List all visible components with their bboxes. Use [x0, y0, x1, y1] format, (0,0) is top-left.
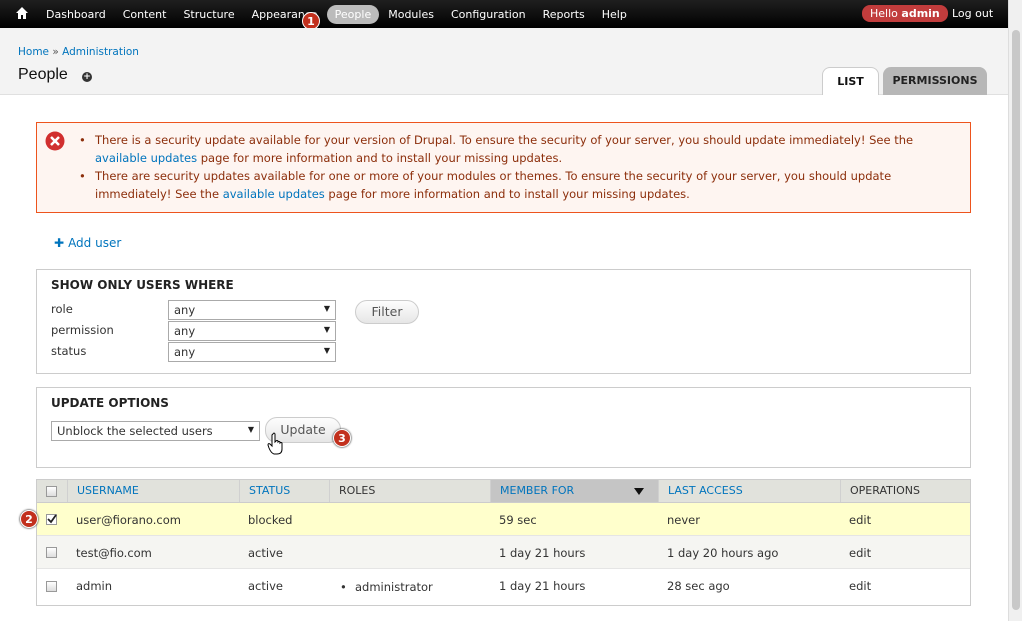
table-header: USERNAME STATUS ROLES MEMBER FOR LAST AC…	[37, 480, 970, 503]
last-access-cell: 28 sec ago	[667, 579, 730, 593]
error-text: There is a security update available for…	[95, 133, 914, 147]
error-list: There is a security update available for…	[79, 131, 963, 203]
menu-item-structure[interactable]: Structure	[175, 5, 242, 24]
edit-link[interactable]: edit	[849, 513, 871, 527]
status-label: status	[51, 344, 87, 358]
role-select[interactable]: any	[168, 300, 336, 320]
breadcrumb-separator: »	[49, 46, 63, 58]
row-checkbox[interactable]	[46, 581, 57, 592]
menu-item-modules[interactable]: Modules	[380, 5, 442, 24]
error-item: There are security updates available for…	[79, 167, 963, 203]
tab-list[interactable]: LIST	[822, 67, 879, 95]
available-updates-link[interactable]: available updates	[95, 151, 197, 165]
member-for-cell: 59 sec	[499, 513, 537, 527]
error-messages: There is a security update available for…	[36, 122, 971, 213]
greeting-prefix: Hello	[870, 7, 902, 20]
menu-item-people[interactable]: People	[326, 4, 380, 24]
admin-toolbar: Dashboard Content Structure Appearance P…	[0, 0, 1008, 28]
member-for-cell: 1 day 21 hours	[499, 579, 586, 593]
plus-icon: ✚	[54, 236, 65, 250]
member-for-cell: 1 day 21 hours	[499, 546, 586, 560]
filter-fieldset: SHOW ONLY USERS WHERE role any permissio…	[36, 269, 971, 374]
user-greeting[interactable]: Hello admin	[862, 5, 948, 22]
update-options-legend: UPDATE OPTIONS	[51, 396, 169, 410]
last-access-cell: never	[667, 513, 700, 527]
scrollbar-thumb[interactable]	[1012, 30, 1020, 610]
header-operations: OPERATIONS	[840, 480, 970, 502]
add-user-link[interactable]: ✚ Add user	[54, 236, 121, 250]
breadcrumb-administration[interactable]: Administration	[62, 46, 139, 58]
username-link[interactable]: test@fio.com	[76, 546, 152, 560]
permission-select[interactable]: any	[168, 321, 336, 341]
users-table: USERNAME STATUS ROLES MEMBER FOR LAST AC…	[36, 479, 971, 606]
hand-cursor-icon	[267, 432, 283, 455]
select-all-checkbox[interactable]	[46, 486, 57, 497]
error-text: page for more information and to install…	[197, 151, 563, 165]
row-checkbox[interactable]	[46, 547, 57, 558]
tab-permissions[interactable]: PERMISSIONS	[883, 67, 987, 95]
table-row: user@fiorano.com blocked 59 sec never ed…	[37, 503, 970, 536]
add-shortcut-icon[interactable]: +	[82, 72, 92, 82]
role-label: role	[51, 302, 73, 316]
table-row: admin active • administrator 1 day 21 ho…	[37, 569, 970, 605]
header-roles: ROLES	[329, 480, 490, 502]
step-marker-3: 3	[333, 429, 351, 447]
error-item: There is a security update available for…	[79, 131, 963, 167]
edit-link[interactable]: edit	[849, 579, 871, 593]
breadcrumb: Home » Administration	[18, 46, 139, 58]
role-bullet: •	[340, 580, 347, 594]
last-access-cell: 1 day 20 hours ago	[667, 546, 779, 560]
username-link[interactable]: user@fiorano.com	[76, 513, 181, 527]
role-cell: administrator	[355, 580, 433, 594]
menu-item-configuration[interactable]: Configuration	[443, 5, 534, 24]
table-row: test@fio.com active 1 day 21 hours 1 day…	[37, 536, 970, 569]
logout-link[interactable]: Log out	[952, 7, 993, 20]
username-link[interactable]: admin	[76, 579, 112, 593]
toolbar-menu: Dashboard Content Structure Appearance P…	[38, 0, 636, 28]
step-marker-2: 2	[20, 510, 38, 528]
filter-button[interactable]: Filter	[355, 300, 419, 324]
edit-link[interactable]: edit	[849, 546, 871, 560]
header-status[interactable]: STATUS	[239, 480, 329, 502]
page-title: People	[18, 66, 68, 83]
permission-label: permission	[51, 323, 114, 337]
checkmark-icon	[47, 514, 57, 524]
status-cell: active	[248, 579, 283, 593]
greeting-username: admin	[901, 7, 940, 20]
menu-item-reports[interactable]: Reports	[535, 5, 593, 24]
status-cell: blocked	[248, 513, 293, 527]
menu-item-content[interactable]: Content	[115, 5, 175, 24]
sort-desc-icon[interactable]	[634, 488, 644, 496]
error-icon	[45, 131, 65, 151]
update-options-fieldset: UPDATE OPTIONS Unblock the selected user…	[36, 387, 971, 468]
status-cell: active	[248, 546, 283, 560]
home-icon[interactable]	[15, 6, 29, 20]
scrollbar[interactable]	[1008, 0, 1022, 621]
header-last-access[interactable]: LAST ACCESS	[658, 480, 840, 502]
breadcrumb-home[interactable]: Home	[18, 46, 49, 58]
update-action-select[interactable]: Unblock the selected users	[51, 421, 260, 441]
available-updates-link[interactable]: available updates	[223, 187, 325, 201]
menu-item-help[interactable]: Help	[594, 5, 635, 24]
add-user-label: Add user	[68, 236, 122, 250]
page-header: Home » Administration People + LIST PERM…	[0, 28, 1008, 95]
error-text: page for more information and to install…	[324, 187, 690, 201]
header-username[interactable]: USERNAME	[67, 480, 239, 502]
menu-item-dashboard[interactable]: Dashboard	[38, 5, 114, 24]
header-member-for[interactable]: MEMBER FOR	[490, 480, 658, 502]
filter-legend: SHOW ONLY USERS WHERE	[51, 278, 234, 292]
status-select[interactable]: any	[168, 342, 336, 362]
